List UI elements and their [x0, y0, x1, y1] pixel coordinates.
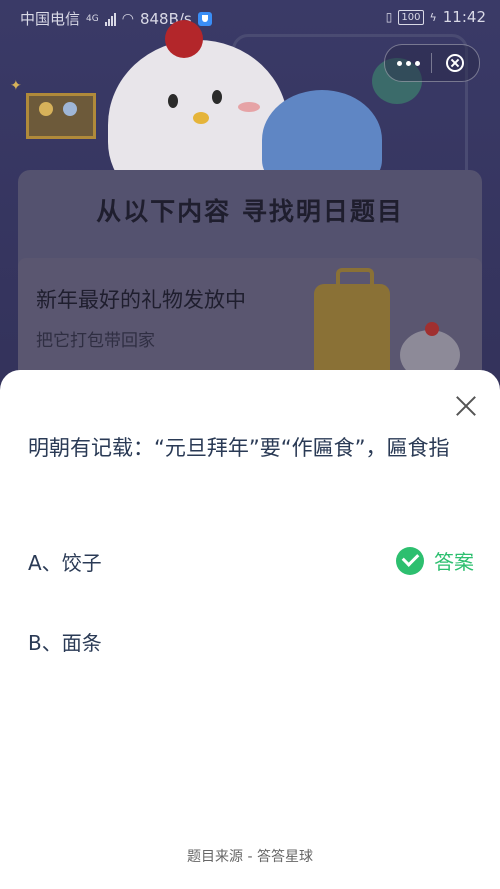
medal-icon [39, 102, 53, 116]
shield-icon [197, 11, 212, 26]
close-circle-icon[interactable] [432, 45, 478, 81]
suitcase-art [314, 284, 390, 380]
small-chick-comb [425, 322, 439, 336]
status-bar: 中国电信 4G ◠ 848B/s ▯ 100 ϟ 11:42 [0, 0, 500, 34]
sparkle-icon: ✦ [10, 78, 22, 94]
option-b-label: B、面条 [28, 630, 102, 655]
miniprogram-capsule [384, 44, 480, 82]
gift-item-title: 新年最好的礼物发放中 [36, 288, 246, 312]
medal-frame-art [26, 93, 96, 139]
question-sheet: 明朝有记载：“元旦拜年”要“作匾食”，匾食指 A、饺子 答案 B、面条 题目来源… [0, 370, 500, 889]
chick-eye [168, 94, 178, 108]
close-icon[interactable] [452, 392, 480, 420]
network-type: 4G [86, 13, 99, 24]
chick-beak [193, 112, 209, 124]
status-right: ▯ 100 ϟ 11:42 [386, 8, 486, 26]
chick-comb [165, 20, 203, 58]
signal-icon [104, 12, 116, 26]
chick-blush [238, 102, 260, 112]
answer-badge: 答案 [396, 546, 474, 575]
banner-title: 从以下内容 寻找明日题目 [96, 197, 404, 226]
option-a[interactable]: A、饺子 答案 [28, 541, 474, 581]
charging-icon: ϟ [429, 10, 437, 24]
medal-icon [63, 102, 77, 116]
chick-eye [212, 90, 222, 104]
vibrate-icon: ▯ [385, 10, 393, 24]
more-dots-icon[interactable] [385, 45, 431, 81]
option-a-label: A、饺子 [28, 550, 102, 575]
gift-item-subtitle: 把它打包带回家 [36, 331, 155, 351]
option-b[interactable]: B、面条 [28, 621, 474, 661]
wifi-icon: ◠ [121, 10, 134, 27]
check-icon [396, 546, 424, 575]
clock: 11:42 [442, 8, 486, 26]
question-text: 明朝有记载：“元旦拜年”要“作匾食”，匾食指 [28, 436, 450, 460]
carrier: 中国电信 [20, 10, 81, 28]
source-footer: 题目来源 - 答答星球 [187, 849, 313, 865]
answer-label: 答案 [434, 550, 474, 574]
battery-icon: 100 [398, 9, 424, 25]
